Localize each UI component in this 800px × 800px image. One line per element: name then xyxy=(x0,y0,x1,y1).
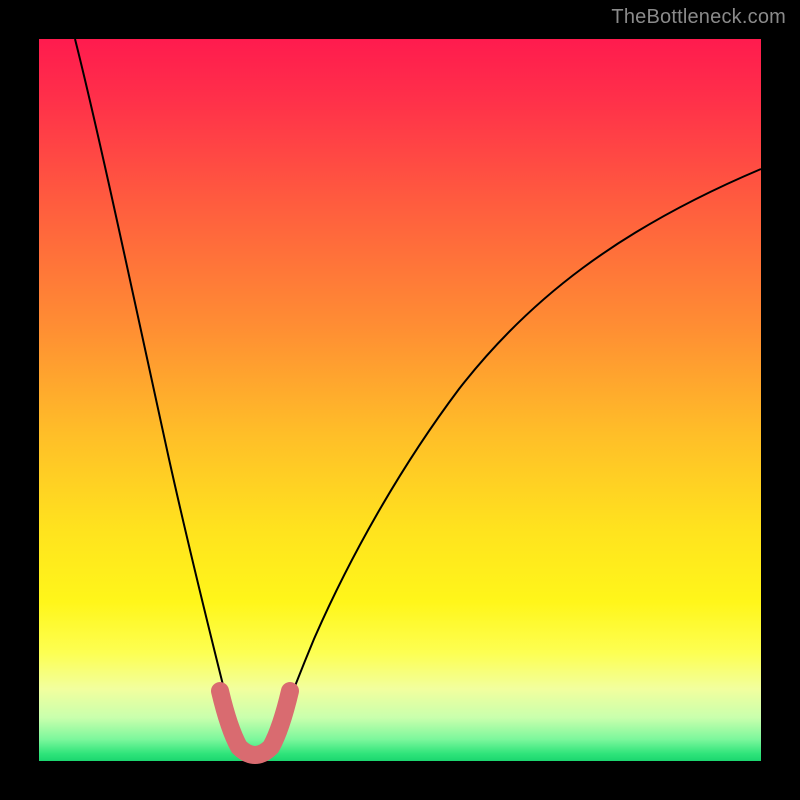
bottleneck-curve-left xyxy=(75,39,239,749)
chart-frame: TheBottleneck.com xyxy=(0,0,800,800)
bottleneck-curve-right xyxy=(271,169,761,749)
plot-area xyxy=(39,39,761,761)
curve-layer xyxy=(39,39,761,761)
optimal-band-marker xyxy=(220,691,290,755)
watermark-text: TheBottleneck.com xyxy=(611,6,786,29)
